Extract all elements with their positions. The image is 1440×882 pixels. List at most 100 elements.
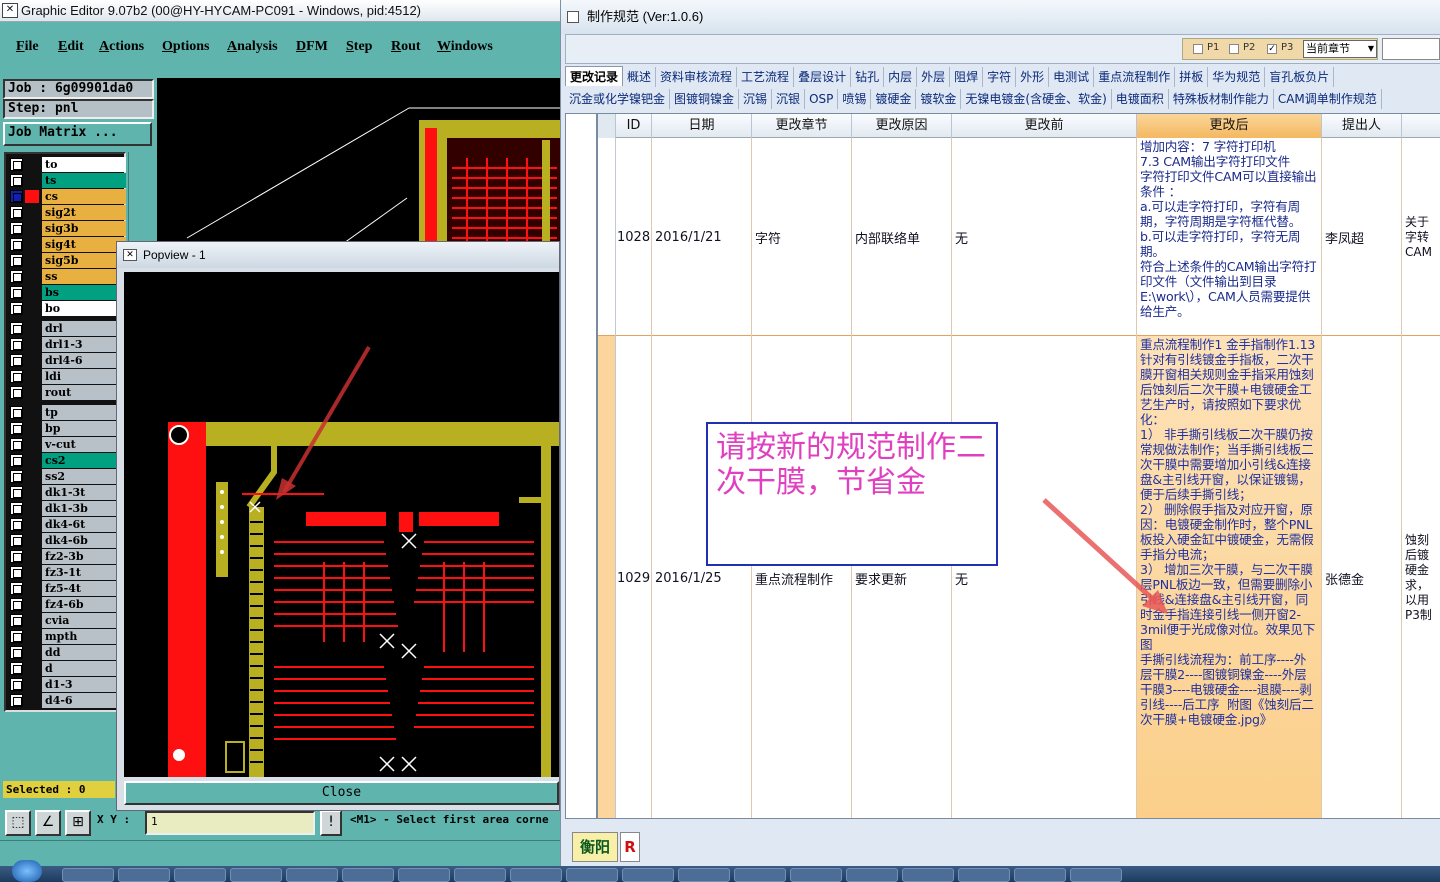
layer-checkbox[interactable]	[10, 550, 23, 563]
menu-actions[interactable]: Actions	[99, 39, 144, 55]
table-row-current[interactable]: 1029 2016/1/25 重点流程制作 要求更新 无 重点流程制作1 金手指…	[598, 336, 1440, 818]
layer-name[interactable]: drl1-3	[42, 337, 126, 352]
layer-row[interactable]: sig3b	[8, 221, 126, 236]
taskbar-item[interactable]	[230, 868, 282, 882]
layer-row[interactable]: mpth	[8, 629, 126, 644]
tab-item[interactable]: 沉银	[772, 89, 806, 109]
layer-checkbox[interactable]	[10, 582, 23, 595]
layer-name[interactable]: fz3-1t	[42, 565, 126, 580]
tab-item[interactable]: 重点流程制作	[1094, 67, 1176, 87]
layer-name[interactable]: mpth	[42, 629, 126, 644]
tab-item[interactable]: 华为规范	[1208, 67, 1266, 87]
tab-item[interactable]: 盲孔板负片	[1265, 67, 1335, 87]
tab-item[interactable]: 沉锡	[739, 89, 773, 109]
tab-item[interactable]: 电镀面积	[1112, 89, 1169, 109]
info-icon[interactable]: !	[320, 810, 342, 836]
layer-row[interactable]: ss	[8, 269, 126, 284]
layer-checkbox[interactable]	[10, 222, 23, 235]
taskbar-item[interactable]	[1014, 868, 1066, 882]
tab-item[interactable]: 内层	[884, 67, 918, 87]
layer-name[interactable]: dk1-3t	[42, 485, 126, 500]
tab-item[interactable]: 更改记录	[565, 66, 624, 86]
tab-item[interactable]: 图镀铜镍金	[670, 89, 740, 109]
layer-indicator[interactable]	[25, 518, 39, 531]
layer-indicator[interactable]	[25, 630, 39, 643]
layer-row[interactable]: dk4-6t	[8, 517, 126, 532]
layer-name[interactable]: d1-3	[42, 677, 126, 692]
zoom-area-icon[interactable]: ⬚	[5, 810, 31, 836]
table-row[interactable]: 1028 2016/1/21 字符 内部联络单 无 增加内容：7 字符打印机 7…	[598, 138, 1440, 336]
layer-row[interactable]: drl	[8, 321, 126, 336]
layer-checkbox[interactable]	[10, 534, 23, 547]
layer-checkbox[interactable]	[10, 630, 23, 643]
menu-dfm[interactable]: DFM	[296, 39, 328, 55]
popview-titlebar[interactable]: ✕ Popview - 1	[117, 242, 559, 268]
layer-name[interactable]: dk1-3b	[42, 501, 126, 516]
layer-indicator[interactable]	[25, 454, 39, 467]
layer-name[interactable]: d4-6	[42, 693, 126, 708]
taskbar-item[interactable]	[398, 868, 450, 882]
taskbar-item[interactable]	[790, 868, 842, 882]
layer-name[interactable]: cs2	[42, 453, 126, 468]
layer-indicator[interactable]	[25, 174, 39, 187]
layer-indicator[interactable]	[25, 598, 39, 611]
layer-name[interactable]: bs	[42, 285, 126, 300]
layer-indicator[interactable]	[25, 338, 39, 351]
layer-row[interactable]: tp	[8, 405, 126, 420]
tab-item[interactable]: 喷锡	[838, 89, 872, 109]
layer-row[interactable]: to	[8, 157, 126, 172]
layer-name[interactable]: fz5-4t	[42, 581, 126, 596]
layer-row[interactable]: ts	[8, 173, 126, 188]
layer-checkbox[interactable]	[10, 566, 23, 579]
layer-checkbox[interactable]	[10, 190, 23, 203]
taskbar-item[interactable]	[622, 868, 674, 882]
layer-row[interactable]: bo	[8, 301, 126, 316]
chapter-select[interactable]: 当前章节 ▼	[1303, 40, 1377, 58]
layer-name[interactable]: ts	[42, 173, 126, 188]
layer-checkbox[interactable]	[10, 502, 23, 515]
layer-indicator[interactable]	[25, 302, 39, 315]
grid-icon[interactable]: ⊞	[65, 810, 91, 836]
layer-checkbox[interactable]	[10, 286, 23, 299]
layer-checkbox[interactable]	[10, 646, 23, 659]
menu-edit[interactable]: Edit	[58, 39, 84, 55]
tab-item[interactable]: 沉金或化学镍钯金	[565, 89, 671, 109]
layer-indicator[interactable]	[25, 646, 39, 659]
taskbar-item[interactable]	[454, 868, 506, 882]
p1-checkbox[interactable]	[1193, 44, 1203, 54]
layer-row[interactable]: fz5-4t	[8, 581, 126, 596]
layer-row[interactable]: sig5b	[8, 253, 126, 268]
layer-indicator[interactable]	[25, 322, 39, 335]
tab-item[interactable]: 工艺流程	[737, 67, 795, 87]
layer-indicator[interactable]	[25, 190, 39, 203]
layer-indicator[interactable]	[25, 534, 39, 547]
taskbar-item[interactable]	[958, 868, 1010, 882]
taskbar-item[interactable]	[902, 868, 954, 882]
layer-row[interactable]: cvia	[8, 613, 126, 628]
taskbar-item[interactable]	[286, 868, 338, 882]
layer-name[interactable]: ss	[42, 269, 126, 284]
layer-row[interactable]: d1-3	[8, 677, 126, 692]
layer-indicator[interactable]	[25, 678, 39, 691]
measure-icon[interactable]: ∠	[35, 810, 61, 836]
col-date[interactable]: 日期	[652, 114, 752, 138]
layer-indicator[interactable]	[25, 238, 39, 251]
layer-indicator[interactable]	[25, 406, 39, 419]
layer-checkbox[interactable]	[10, 454, 23, 467]
layer-row[interactable]: cs	[8, 189, 126, 204]
layer-name[interactable]: to	[42, 157, 126, 172]
layer-name[interactable]: sig4t	[42, 237, 126, 252]
taskbar-item[interactable]	[174, 868, 226, 882]
tab-item[interactable]: 资料审核流程	[656, 67, 738, 87]
layer-row[interactable]: drl4-6	[8, 353, 126, 368]
row-gutter[interactable]	[598, 336, 616, 818]
layer-row[interactable]: ldi	[8, 369, 126, 384]
col-proposer[interactable]: 提出人	[1322, 114, 1402, 138]
tab-item[interactable]: 外层	[917, 67, 951, 87]
layer-checkbox[interactable]	[10, 386, 23, 399]
popview-canvas[interactable]	[124, 272, 559, 777]
layer-name[interactable]: fz4-6b	[42, 597, 126, 612]
hengyang-button[interactable]: 衡阳	[572, 832, 618, 862]
tab-item[interactable]: 外形	[1016, 67, 1050, 87]
layer-indicator[interactable]	[25, 222, 39, 235]
